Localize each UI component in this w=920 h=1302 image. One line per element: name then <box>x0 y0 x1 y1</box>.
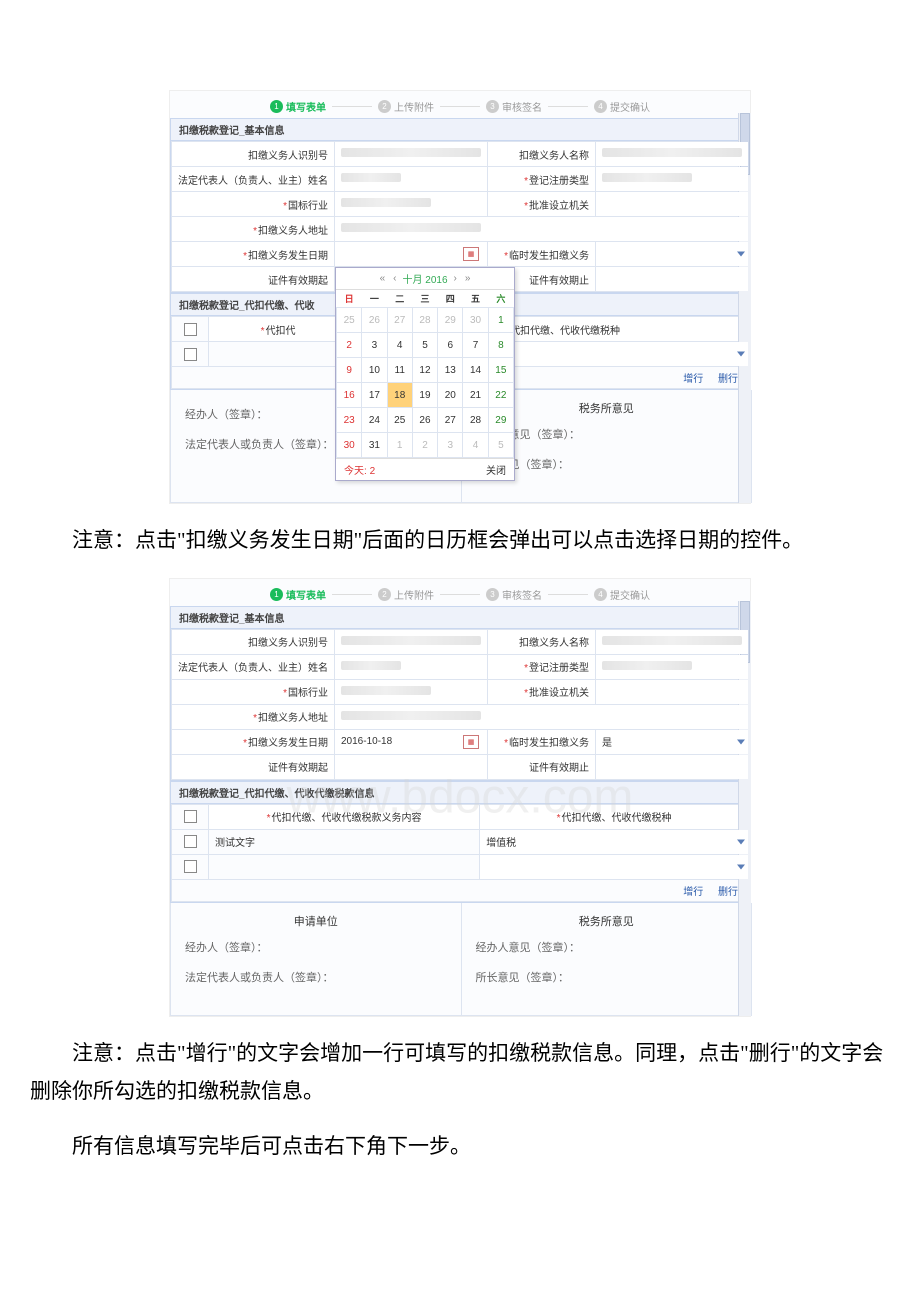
chevron-down-icon[interactable] <box>737 739 745 744</box>
label-addr: 扣缴义务人地址 <box>172 217 335 242</box>
screenshot-2: www.bdocx.com 1填写表单 2上传附件 3审核签名 4提交确认 扣缴… <box>169 578 751 1017</box>
header-checkbox[interactable] <box>172 804 209 829</box>
step-2: 2上传附件 <box>378 587 434 602</box>
label-industry: 国标行业 <box>172 192 335 217</box>
dp-next-year[interactable]: » <box>463 273 473 284</box>
field-date-filled[interactable]: 2016-10-18▦ <box>335 729 488 754</box>
dp-today[interactable]: 今天: 2 <box>344 462 375 477</box>
calendar-icon[interactable]: ▦ <box>463 247 479 261</box>
step-3: 3审核签名 <box>486 587 542 602</box>
step-2: 2上传附件 <box>378 99 434 114</box>
field-name[interactable] <box>596 142 749 167</box>
field-id[interactable] <box>335 142 488 167</box>
step-1: 1填写表单 <box>270 99 326 114</box>
section-basic-header: 扣缴税款登记_基本信息 <box>170 606 750 629</box>
field-approval[interactable] <box>596 192 749 217</box>
section-tax-header-b: 扣缴税款登记_代扣代缴、代收代缴税款信息 <box>170 781 750 804</box>
row-content[interactable] <box>209 342 348 367</box>
dp-close[interactable]: 关闭 <box>486 462 506 477</box>
paragraph-2: 注意：点击"增行"的文字会增加一行可填写的扣缴税款信息。同理，点击"删行"的文字… <box>0 1035 920 1111</box>
sig-tax-office-title: 税务所意见 <box>476 913 738 929</box>
dp-prev-year[interactable]: « <box>378 273 388 284</box>
step-4: 4提交确认 <box>594 99 650 114</box>
col-sub: 代扣代 <box>209 317 348 342</box>
field-legal[interactable] <box>335 167 488 192</box>
sig-handler-op: 经办人意见（签章）： <box>476 939 738 955</box>
header-checkbox[interactable] <box>172 317 209 342</box>
add-row-link[interactable]: 增行 <box>683 887 703 898</box>
label-temp: 临时发生扣缴义务 <box>488 242 596 267</box>
field-addr[interactable] <box>335 217 749 242</box>
label-regtype: 登记注册类型 <box>488 167 596 192</box>
label-approval: 批准设立机关 <box>488 192 596 217</box>
row-tax[interactable]: 增值税 <box>480 829 749 854</box>
sig-chief: 所长意见（签章）： <box>476 969 738 985</box>
step-indicator: 1填写表单 2上传附件 3审核签名 4提交确认 <box>170 579 750 606</box>
paragraph-1: 注意：点击"扣缴义务发生日期"后面的日历框会弹出可以点击选择日期的控件。 <box>0 522 920 560</box>
field-industry[interactable] <box>335 192 488 217</box>
field-temp[interactable] <box>596 242 749 267</box>
step-indicator: 1填写表单 2上传附件 3审核签名 4提交确认 <box>170 91 750 118</box>
row-content[interactable]: 测试文字 <box>209 829 480 854</box>
row-content[interactable] <box>209 854 480 879</box>
row-checkbox[interactable] <box>172 854 209 879</box>
field-date[interactable]: ▦ <box>335 242 488 267</box>
chevron-down-icon[interactable] <box>737 839 745 844</box>
step-1: 1填写表单 <box>270 587 326 602</box>
delete-row-link[interactable]: 删行 <box>718 374 738 385</box>
step-4: 4提交确认 <box>594 587 650 602</box>
dp-next-month[interactable]: › <box>452 273 459 284</box>
dp-prev-month[interactable]: ‹ <box>391 273 398 284</box>
col-tax: 代扣代缴、代收代缴税种 <box>480 804 749 829</box>
sig-applicant-title: 申请单位 <box>185 913 447 929</box>
screenshot-1: 1填写表单 2上传附件 3审核签名 4提交确认 扣缴税款登记_基本信息 扣缴义务… <box>169 90 751 504</box>
sig-handler: 经办人（签章）： <box>185 939 447 955</box>
label-legal: 法定代表人（负责人、业主）姓名 <box>172 167 335 192</box>
field-regtype[interactable] <box>596 167 749 192</box>
basic-info-table: 扣缴义务人识别号 扣缴义务人名称 法定代表人（负责人、业主）姓名 登记注册类型 … <box>171 629 749 780</box>
chevron-down-icon[interactable] <box>737 864 745 869</box>
dp-month-label: 十月 2016 <box>402 271 447 286</box>
signature-area: 申请单位 经办人（签章）： 法定代表人或负责人（签章）： 税务所意见 经办人意见… <box>170 903 752 1016</box>
label-name: 扣缴义务人名称 <box>488 142 596 167</box>
label-date: 扣缴义务发生日期 <box>172 242 335 267</box>
basic-info-table: 扣缴义务人识别号 扣缴义务人名称 法定代表人（负责人、业主）姓名 登记注册类型 … <box>171 141 749 292</box>
row-checkbox[interactable] <box>172 342 209 367</box>
field-valid-from[interactable]: « ‹ 十月 2016 › » 日 一 二 <box>335 267 488 292</box>
label-valid-from: 证件有效期起 <box>172 267 335 292</box>
chevron-down-icon[interactable] <box>737 352 745 357</box>
step-3: 3审核签名 <box>486 99 542 114</box>
delete-row-link[interactable]: 删行 <box>718 887 738 898</box>
field-temp-filled[interactable]: 是 <box>596 729 749 754</box>
paragraph-3: 所有信息填写完毕后可点击右下角下一步。 <box>0 1128 920 1166</box>
field-valid-to[interactable] <box>596 267 749 292</box>
add-row-link[interactable]: 增行 <box>683 374 703 385</box>
label-id: 扣缴义务人识别号 <box>172 142 335 167</box>
col-content: 代扣代缴、代收代缴税款义务内容 <box>209 804 480 829</box>
section-basic-header: 扣缴税款登记_基本信息 <box>170 118 750 141</box>
dp-grid: 日 一 二 三 四 五 六 2526272829301 2345678 <box>336 290 514 458</box>
tax-table-b: 代扣代缴、代收代缴税款义务内容 代扣代缴、代收代缴税种 测试文字 增值税 <box>171 804 749 880</box>
sig-legal: 法定代表人或负责人（签章）： <box>185 969 447 985</box>
row-checkbox[interactable] <box>172 829 209 854</box>
calendar-icon[interactable]: ▦ <box>463 735 479 749</box>
date-picker[interactable]: « ‹ 十月 2016 › » 日 一 二 <box>335 267 515 481</box>
chevron-down-icon[interactable] <box>737 252 745 257</box>
row-tax[interactable] <box>480 854 749 879</box>
